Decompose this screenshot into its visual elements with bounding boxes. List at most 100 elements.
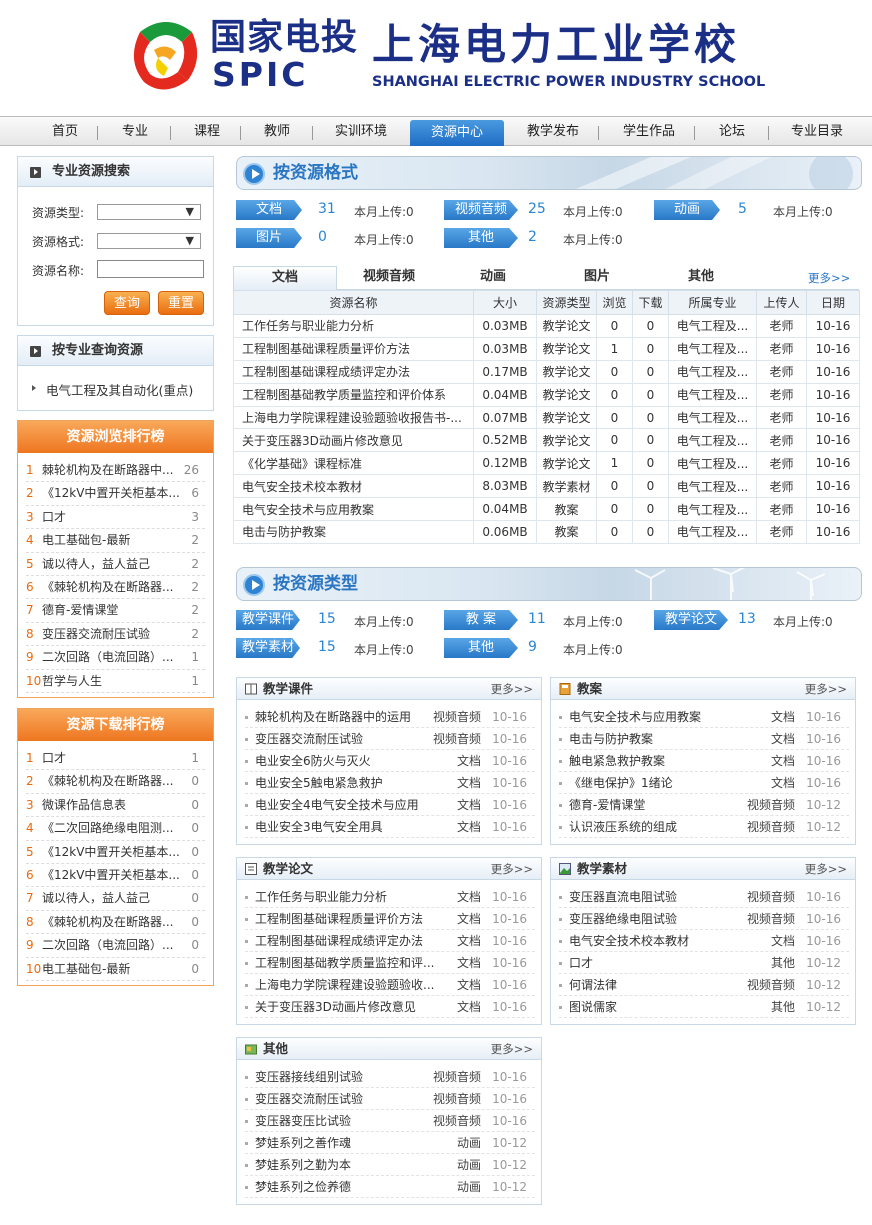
tab-video[interactable]: 视频音频 [337, 266, 441, 290]
name-input[interactable] [97, 260, 204, 278]
cell-name[interactable]: 工程制图基础课程质量评价方法 [233, 336, 474, 361]
cell-name[interactable]: 工程制图基础课程成绩评定办法 [233, 359, 474, 384]
nav-teaching-release[interactable]: 教学发布 [518, 121, 588, 145]
rank-title[interactable]: 电工基础包-最新 [42, 958, 192, 981]
item-title[interactable]: 电业安全3电气安全用具 [255, 816, 441, 838]
list-item[interactable]: 上海电力学院课程建设验题验收... 文档 10-16 [245, 974, 535, 996]
rank-row[interactable]: 2 《棘轮机构及在断路器... 0 [26, 770, 205, 794]
rank-row[interactable]: 6 《棘轮机构及在断路器... 2 [26, 576, 205, 600]
list-item[interactable]: 电业安全3电气安全用具 文档 10-16 [245, 816, 535, 838]
list-item[interactable]: 《继电保护》1绪论 文档 10-16 [559, 772, 849, 794]
tab-animation[interactable]: 动画 [441, 266, 545, 290]
rank-title[interactable]: 《12kV中置开关柜基本... [42, 841, 192, 864]
list-item[interactable]: 德育-爱情课堂 视频音频 10-12 [559, 794, 849, 816]
rank-row[interactable]: 8 变压器交流耐压试验 2 [26, 623, 205, 647]
list-item[interactable]: 电气安全技术校本教材 文档 10-16 [559, 930, 849, 952]
rank-row[interactable]: 1 口才 1 [26, 747, 205, 771]
item-title[interactable]: 《继电保护》1绪论 [569, 772, 755, 794]
format-tag-other[interactable]: 其他 [444, 228, 518, 248]
panel-more-link[interactable]: 更多>> [805, 678, 847, 700]
nav-major-catalog[interactable]: 专业目录 [782, 121, 852, 145]
list-item[interactable]: 电业安全4电气安全技术与应用 文档 10-16 [245, 794, 535, 816]
cell-name[interactable]: 电气安全技术校本教材 [233, 474, 474, 499]
item-title[interactable]: 认识液压系统的组成 [569, 816, 755, 838]
type-tag-other[interactable]: 其他 [444, 638, 518, 658]
tabs-more-link[interactable]: 更多>> [808, 270, 850, 286]
cell-name[interactable]: 电气安全技术与应用教案 [233, 497, 474, 522]
item-title[interactable]: 电气安全技术校本教材 [569, 930, 755, 952]
rank-row[interactable]: 7 德育-爱情课堂 2 [26, 599, 205, 623]
rank-row[interactable]: 1 棘轮机构及在断路器中... 26 [26, 459, 205, 483]
list-item[interactable]: 认识液压系统的组成 视频音频 10-12 [559, 816, 849, 838]
panel-more-link[interactable]: 更多>> [491, 678, 533, 700]
item-title[interactable]: 变压器变压比试验 [255, 1110, 441, 1132]
list-item[interactable]: 变压器变压比试验 视频音频 10-16 [245, 1110, 535, 1132]
rank-row[interactable]: 7 诚以待人，益人益己 0 [26, 887, 205, 911]
list-item[interactable]: 变压器直流电阻试验 视频音频 10-16 [559, 886, 849, 908]
item-title[interactable]: 工程制图基础课程成绩评定办法 [255, 930, 441, 952]
cell-name[interactable]: 《化学基础》课程标准 [233, 451, 474, 476]
nav-training-env[interactable]: 实训环境 [326, 121, 396, 145]
rank-title[interactable]: 《棘轮机构及在断路器... [42, 911, 192, 934]
rank-title[interactable]: 《二次回路绝缘电阻测... [42, 817, 192, 840]
list-item[interactable]: 电业安全5触电紧急救护 文档 10-16 [245, 772, 535, 794]
panel-more-link[interactable]: 更多>> [491, 858, 533, 880]
type-tag-paper[interactable]: 教学论文 [654, 610, 728, 630]
format-tag-image[interactable]: 图片 [236, 228, 302, 248]
nav-home[interactable]: 首页 [44, 121, 86, 145]
rank-row[interactable]: 3 微课作品信息表 0 [26, 794, 205, 818]
list-item[interactable]: 工作任务与职业能力分析 文档 10-16 [245, 886, 535, 908]
item-title[interactable]: 梦娃系列之勤为本 [255, 1154, 441, 1176]
major-item-electrical[interactable]: 电气工程及其自动化(重点) [30, 380, 193, 399]
rank-title[interactable]: 棘轮机构及在断路器中... [42, 459, 192, 482]
item-title[interactable]: 图说儒家 [569, 996, 755, 1018]
rank-title[interactable]: 诚以待人，益人益己 [42, 553, 192, 576]
rank-row[interactable]: 10 哲学与人生 1 [26, 670, 205, 693]
item-title[interactable]: 何谓法律 [569, 974, 755, 996]
list-item[interactable]: 口才 其他 10-12 [559, 952, 849, 974]
type-tag-lesson-plan[interactable]: 教 案 [444, 610, 518, 630]
item-title[interactable]: 工程制图基础课程质量评价方法 [255, 908, 441, 930]
rank-row[interactable]: 6 《12kV中置开关柜基本... 0 [26, 864, 205, 888]
rank-title[interactable]: 电工基础包-最新 [42, 529, 192, 552]
query-button[interactable]: 查询 [104, 291, 150, 315]
item-title[interactable]: 变压器绝缘电阻试验 [569, 908, 755, 930]
cell-name[interactable]: 电击与防护教案 [233, 520, 474, 544]
rank-row[interactable]: 5 诚以待人，益人益己 2 [26, 553, 205, 576]
list-item[interactable]: 工程制图基础教学质量监控和评... 文档 10-16 [245, 952, 535, 974]
item-title[interactable]: 棘轮机构及在断路器中的运用 [255, 706, 441, 728]
list-item[interactable]: 电气安全技术与应用教案 文档 10-16 [559, 706, 849, 728]
item-title[interactable]: 电业安全4电气安全技术与应用 [255, 794, 441, 816]
list-item[interactable]: 电击与防护教案 文档 10-16 [559, 728, 849, 750]
panel-more-link[interactable]: 更多>> [491, 1038, 533, 1060]
item-title[interactable]: 口才 [569, 952, 755, 974]
list-item[interactable]: 梦娃系列之俭养德 动画 10-12 [245, 1176, 535, 1198]
item-title[interactable]: 变压器交流耐压试验 [255, 728, 441, 750]
rank-title[interactable]: 变压器交流耐压试验 [42, 623, 192, 646]
rank-row[interactable]: 9 二次回路（电流回路）... 0 [26, 934, 205, 958]
format-tag-animation[interactable]: 动画 [654, 200, 720, 220]
item-title[interactable]: 电击与防护教案 [569, 728, 755, 750]
cell-name[interactable]: 工程制图基础教学质量监控和评价体系 [233, 382, 474, 407]
type-tag-material[interactable]: 教学素材 [236, 638, 300, 658]
list-item[interactable]: 何谓法律 视频音频 10-12 [559, 974, 849, 996]
item-title[interactable]: 工作任务与职业能力分析 [255, 886, 441, 908]
rank-row[interactable]: 3 口才 3 [26, 506, 205, 530]
item-title[interactable]: 电气安全技术与应用教案 [569, 706, 755, 728]
list-item[interactable]: 图说儒家 其他 10-12 [559, 996, 849, 1018]
rank-row[interactable]: 2 《12kV中置开关柜基本... 6 [26, 482, 205, 506]
item-title[interactable]: 关于变压器3D动画片修改意见 [255, 996, 441, 1018]
list-item[interactable]: 变压器接线组别试验 视频音频 10-16 [245, 1066, 535, 1088]
type-select[interactable]: ▼ [97, 204, 201, 220]
cell-name[interactable]: 上海电力学院课程建设验题验收报告书-... [233, 405, 474, 430]
list-item[interactable]: 梦娃系列之善作魂 动画 10-12 [245, 1132, 535, 1154]
list-item[interactable]: 工程制图基础课程成绩评定办法 文档 10-16 [245, 930, 535, 952]
rank-title[interactable]: 诚以待人，益人益己 [42, 887, 192, 910]
item-title[interactable]: 梦娃系列之善作魂 [255, 1132, 441, 1154]
item-title[interactable]: 变压器接线组别试验 [255, 1066, 441, 1088]
rank-row[interactable]: 9 二次回路（电流回路）... 1 [26, 646, 205, 670]
rank-title[interactable]: 哲学与人生 [42, 670, 192, 693]
rank-row[interactable]: 5 《12kV中置开关柜基本... 0 [26, 841, 205, 864]
list-item[interactable]: 变压器交流耐压试验 视频音频 10-16 [245, 728, 535, 750]
cell-name[interactable]: 关于变压器3D动画片修改意见 [233, 428, 474, 453]
